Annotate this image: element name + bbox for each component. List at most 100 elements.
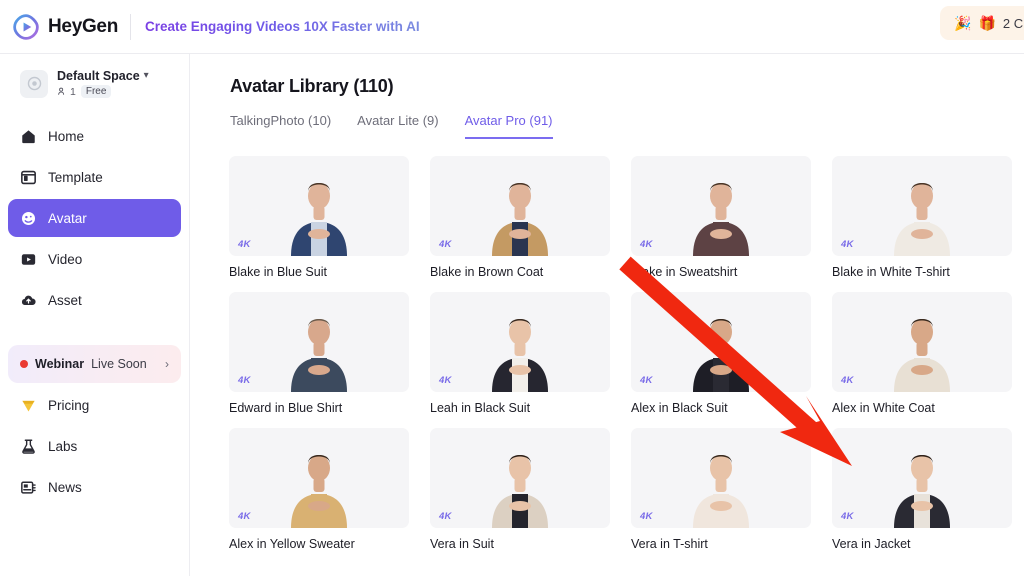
brand[interactable]: HeyGen <box>0 13 119 40</box>
sidebar-item-news[interactable]: News <box>8 468 181 506</box>
avatar-figure <box>894 319 950 392</box>
sidebar-item-asset[interactable]: Asset <box>8 281 181 319</box>
resolution-badge: 4K <box>841 375 854 386</box>
avatar-figure <box>693 319 749 392</box>
avatar-card[interactable]: 4K Blake in Brown Coat <box>430 156 610 279</box>
avatar-figure <box>291 183 347 256</box>
avatar-card-label: Blake in White T-shirt <box>832 265 950 279</box>
sidebar: Default Space ▾ 1 Free Home Template Ava… <box>0 54 190 576</box>
avatar-icon <box>21 211 36 225</box>
sidebar-item-label: Template <box>48 169 103 185</box>
avatar-card[interactable]: 4K Blake in Sweatshirt <box>631 156 811 279</box>
avatar-figure <box>291 319 347 392</box>
news-icon <box>21 481 36 494</box>
resolution-badge: 4K <box>841 239 854 250</box>
avatar-thumbnail[interactable]: 4K <box>229 156 409 256</box>
avatar-card-label: Blake in Sweatshirt <box>631 265 738 279</box>
avatar-thumbnail[interactable]: 4K <box>229 292 409 392</box>
space-meta: Default Space ▾ 1 Free <box>57 69 149 98</box>
pricing-icon <box>22 400 35 411</box>
avatar-card-label: Edward in Blue Shirt <box>229 401 343 415</box>
sidebar-item-template[interactable]: Template <box>8 158 181 196</box>
space-name: Default Space <box>57 69 140 83</box>
seat-count-value: 1 <box>70 85 76 98</box>
avatar-card-label: Leah in Black Suit <box>430 401 531 415</box>
resolution-badge: 4K <box>640 239 653 250</box>
sidebar-item-labs[interactable]: Labs <box>8 427 181 465</box>
sidebar-item-label: Labs <box>48 438 78 454</box>
avatar-thumbnail[interactable]: 4K <box>430 428 610 528</box>
avatar-card-label: Vera in Jacket <box>832 537 911 551</box>
plan-badge: Free <box>80 85 112 98</box>
home-icon <box>22 129 35 143</box>
sidebar-item-avatar[interactable]: Avatar <box>8 199 181 237</box>
avatar-card-label: Vera in T-shirt <box>631 537 708 551</box>
avatar-figure <box>492 183 548 256</box>
avatar-thumbnail[interactable]: 4K <box>832 292 1012 392</box>
avatar-card[interactable]: 4K Vera in Suit <box>430 428 610 551</box>
avatar-card[interactable]: 4K Blake in Blue Suit <box>229 156 409 279</box>
top-bar: HeyGen Create Engaging Videos 10X Faster… <box>0 0 1024 54</box>
avatar-figure <box>492 455 548 528</box>
avatar-thumbnail[interactable]: 4K <box>430 156 610 256</box>
sidebar-item-label: Pricing <box>48 397 90 413</box>
labs-flask-icon <box>22 439 35 454</box>
sidebar-item-label: Asset <box>48 292 82 308</box>
credits-pill[interactable]: 🎉 🎁 2 Cre <box>940 6 1024 40</box>
asset-cloud-icon <box>21 295 36 305</box>
tab-talkingphoto[interactable]: TalkingPhoto (10) <box>230 113 331 139</box>
avatar-card[interactable]: 4K Alex in Yellow Sweater <box>229 428 409 551</box>
avatar-card[interactable]: 4K Leah in Black Suit <box>430 292 610 415</box>
avatar-thumbnail[interactable]: 4K <box>430 292 610 392</box>
avatar-card-label: Alex in White Coat <box>832 401 935 415</box>
resolution-badge: 4K <box>439 239 452 250</box>
avatar-card[interactable]: 4K Blake in White T-shirt <box>832 156 1012 279</box>
webinar-status: Live Soon <box>91 357 147 371</box>
avatar-thumbnail[interactable]: 4K <box>832 428 1012 528</box>
space-switcher[interactable]: Default Space ▾ 1 Free <box>8 64 181 103</box>
header-divider <box>130 13 132 40</box>
avatar-card-label: Blake in Brown Coat <box>430 265 544 279</box>
webinar-title: Webinar <box>35 357 85 371</box>
heygen-play-logo-icon <box>13 13 39 40</box>
avatar-thumbnail[interactable]: 4K <box>229 428 409 528</box>
webinar-banner[interactable]: Webinar Live Soon › <box>8 345 181 383</box>
party-popper-icon: 🎉 <box>954 15 972 31</box>
avatar-card[interactable]: 4K Vera in T-shirt <box>631 428 811 551</box>
avatar-figure <box>291 455 347 528</box>
avatar-thumbnail[interactable]: 4K <box>631 156 811 256</box>
avatar-figure <box>894 183 950 256</box>
live-dot-icon <box>20 360 28 368</box>
avatar-card[interactable]: 4K Alex in Black Suit <box>631 292 811 415</box>
resolution-badge: 4K <box>439 511 452 522</box>
resolution-badge: 4K <box>841 511 854 522</box>
resolution-badge: 4K <box>238 375 251 386</box>
sidebar-item-label: Video <box>48 251 83 267</box>
chevron-down-icon[interactable]: ▾ <box>144 71 149 81</box>
template-icon <box>21 170 36 184</box>
tab-avatar-lite[interactable]: Avatar Lite (9) <box>357 113 438 139</box>
avatar-card[interactable]: 4K Alex in White Coat <box>832 292 1012 415</box>
sidebar-item-home[interactable]: Home <box>8 117 181 155</box>
resolution-badge: 4K <box>238 239 251 250</box>
avatar-card-label: Vera in Suit <box>430 537 494 551</box>
video-icon <box>21 253 36 265</box>
space-avatar <box>20 69 48 98</box>
avatar-card[interactable]: 4K Vera in Jacket <box>832 428 1012 551</box>
sidebar-item-pricing[interactable]: Pricing <box>8 386 181 424</box>
tab-avatar-pro[interactable]: Avatar Pro (91) <box>464 113 553 139</box>
chevron-right-icon[interactable]: › <box>165 357 169 371</box>
sidebar-item-video[interactable]: Video <box>8 240 181 278</box>
avatar-thumbnail[interactable]: 4K <box>832 156 1012 256</box>
avatar-figure <box>693 183 749 256</box>
avatar-thumbnail[interactable]: 4K <box>631 428 811 528</box>
seat-count: 1 <box>57 86 76 98</box>
app-root: HeyGen Create Engaging Videos 10X Faster… <box>0 0 1024 576</box>
avatar-thumbnail[interactable]: 4K <box>631 292 811 392</box>
gift-icon: 🎁 <box>978 15 996 31</box>
brand-name: HeyGen <box>48 15 119 37</box>
resolution-badge: 4K <box>640 375 653 386</box>
avatar-card[interactable]: 4K Edward in Blue Shirt <box>229 292 409 415</box>
resolution-badge: 4K <box>640 511 653 522</box>
resolution-badge: 4K <box>439 375 452 386</box>
